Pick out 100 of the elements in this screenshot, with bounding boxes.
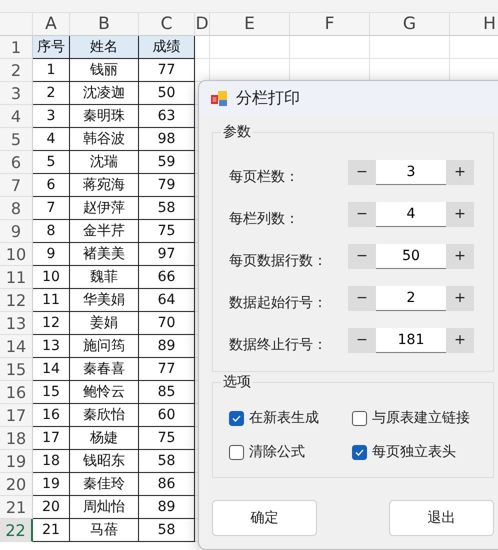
decrement-button[interactable]: − [348,160,376,184]
table-cell: 19 [33,473,70,496]
row-header[interactable]: 11 [0,266,33,289]
column-header[interactable]: D [195,13,210,36]
table-cell: 6 [33,174,70,197]
column-header[interactable]: H [450,13,498,36]
field-label: 每栏列数： [229,210,300,228]
table-cell: 8 [33,220,70,243]
row-header[interactable]: 18 [0,427,33,450]
row-header[interactable]: 4 [0,105,33,128]
row-header[interactable]: 8 [0,197,33,220]
empty-cell[interactable] [210,36,290,59]
group-title: 参数 [221,123,253,141]
checkbox[interactable] [229,410,244,426]
table-cell: 13 [33,335,70,358]
checkbox[interactable] [352,444,367,460]
field-label: 数据终止行号： [229,336,328,354]
ok-button[interactable]: 确定 [212,500,317,536]
table-cell: 58 [139,519,195,542]
table-cell: 98 [139,128,195,151]
increment-button[interactable]: + [446,202,474,226]
checkbox[interactable] [229,444,244,460]
column-header[interactable]: F [290,13,370,36]
row-header[interactable]: 3 [0,82,33,105]
exit-button[interactable]: 退出 [389,500,494,536]
row-header[interactable]: 1 [0,36,33,59]
field-label: 每页栏数： [229,168,300,186]
table-cell: 4 [33,128,70,151]
row-header[interactable]: 5 [0,128,33,151]
table-cell: 1 [33,59,70,82]
table-cell: 16 [33,404,70,427]
row-header[interactable]: 2 [0,59,33,82]
table-cell: 金半芹 [70,220,139,243]
empty-cell[interactable] [290,36,370,59]
table-cell: 秦欣怡 [70,404,139,427]
empty-cell[interactable] [370,36,450,59]
table-cell: 蒋宛海 [70,174,139,197]
column-header[interactable]: A [33,13,70,36]
row-header[interactable]: 7 [0,174,33,197]
checkbox-label: 在新表生成 [249,409,319,427]
checkbox-label: 与原表建立链接 [372,409,470,427]
column-header[interactable]: B [70,13,139,36]
decrement-button[interactable]: − [348,202,376,226]
decrement-button[interactable]: − [348,328,376,352]
increment-button[interactable]: + [446,160,474,184]
table-cell: 12 [33,312,70,335]
table-cell: 18 [33,450,70,473]
table-cell: 2 [33,82,70,105]
increment-button[interactable]: + [446,244,474,268]
table-cell: 20 [33,496,70,519]
row-header[interactable]: 16 [0,381,33,404]
table-cell: 5 [33,151,70,174]
table-cell: 17 [33,427,70,450]
row-header[interactable]: 14 [0,335,33,358]
table-cell: 姜娟 [70,312,139,335]
checkbox-label: 清除公式 [249,443,305,461]
check-icon [232,414,241,422]
number-field[interactable]: 181 [376,328,446,352]
row-header[interactable]: 6 [0,151,33,174]
number-field[interactable]: 3 [376,160,446,184]
table-cell: 64 [139,289,195,312]
increment-button[interactable]: + [446,328,474,352]
row-header[interactable]: 9 [0,220,33,243]
decrement-button[interactable]: − [348,244,376,268]
column-header[interactable]: E [210,13,290,36]
row-header[interactable]: 15 [0,358,33,381]
table-cell: 97 [139,243,195,266]
table-cell: 施问筠 [70,335,139,358]
table-cell: 86 [139,473,195,496]
table-cell: 沈瑞 [70,151,139,174]
number-field[interactable]: 4 [376,202,446,226]
dialog-title: 分栏打印 [236,88,300,109]
row-header[interactable]: 20 [0,473,33,496]
decrement-button[interactable]: − [348,286,376,310]
table-cell: 89 [139,496,195,519]
number-field[interactable]: 50 [376,244,446,268]
row-header[interactable]: 10 [0,243,33,266]
select-all-corner[interactable] [0,13,33,36]
checkbox[interactable] [352,410,367,426]
row-header[interactable]: 17 [0,404,33,427]
row-header[interactable]: 19 [0,450,33,473]
table-cell: 褚美美 [70,243,139,266]
row-header[interactable]: 21 [0,496,33,519]
table-cell: 沈凌迦 [70,82,139,105]
column-header[interactable]: G [370,13,450,36]
table-cell: 钱丽 [70,59,139,82]
column-header[interactable]: C [139,13,195,36]
group-title: 选项 [221,373,253,391]
number-field[interactable]: 2 [376,286,446,310]
table-cell: 钱昭东 [70,450,139,473]
row-header[interactable]: 13 [0,312,33,335]
table-cell: 3 [33,105,70,128]
row-header[interactable]: 22 [0,519,33,542]
row-header[interactable]: 12 [0,289,33,312]
table-cell: 66 [139,266,195,289]
table-cell: 杨婕 [70,427,139,450]
table-cell: 63 [139,105,195,128]
table-cell: 58 [139,450,195,473]
table-cell: 7 [33,197,70,220]
increment-button[interactable]: + [446,286,474,310]
